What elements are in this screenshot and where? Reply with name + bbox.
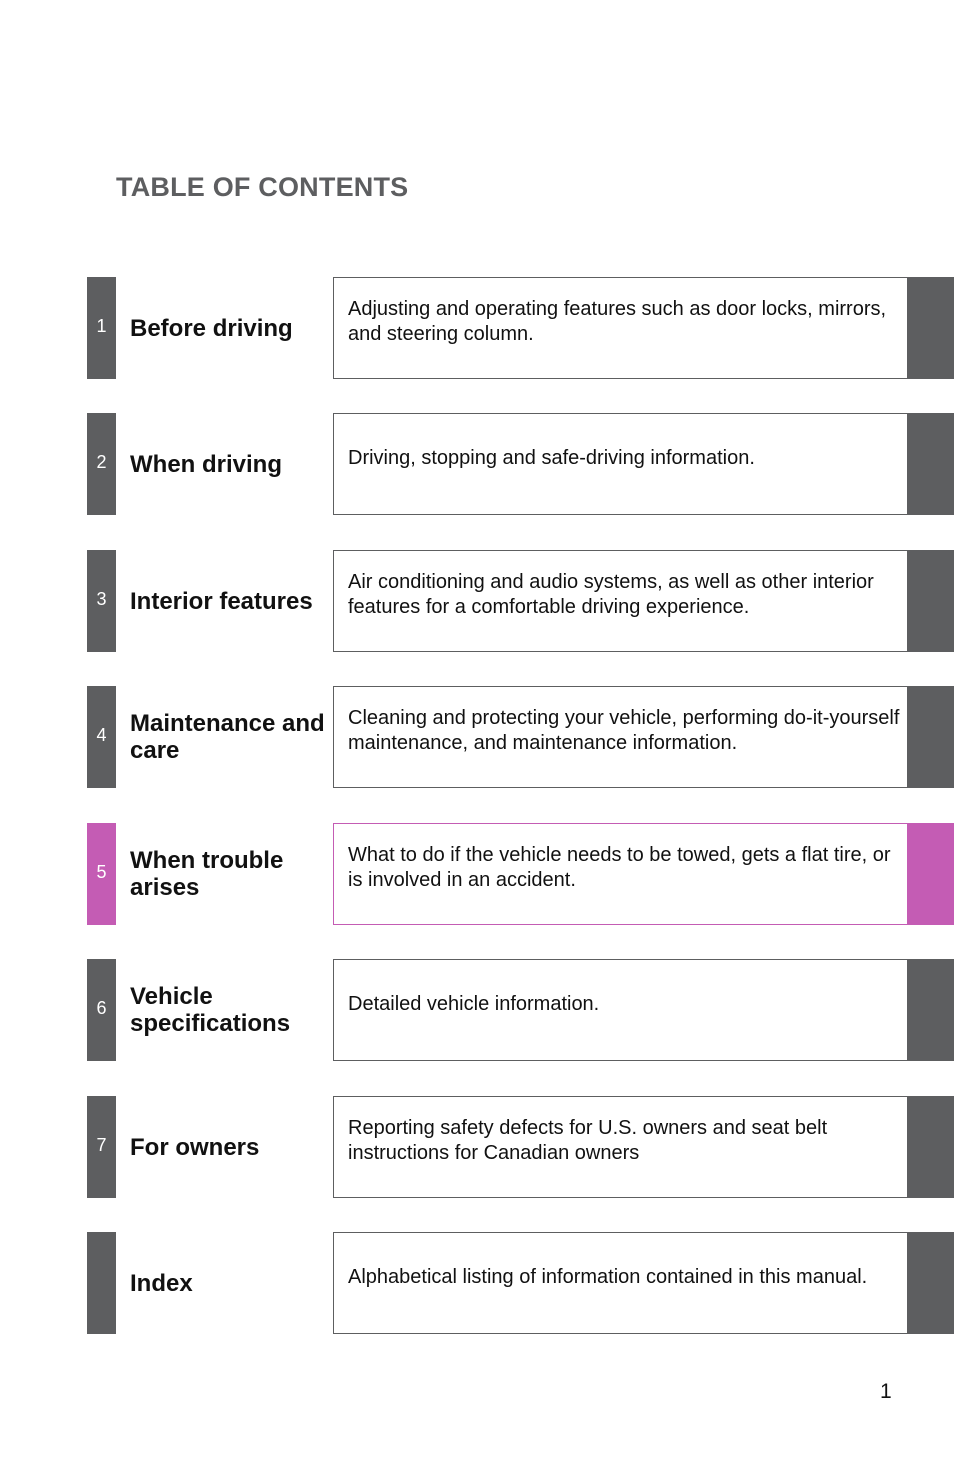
section-side-tab	[907, 550, 954, 652]
toc-row-maintenance-and-care[interactable]: 4 Maintenance and care Cleaning and prot…	[87, 686, 954, 788]
section-label[interactable]: Index	[130, 1232, 330, 1334]
section-number-tab: 3	[87, 550, 116, 652]
toc-row-interior-features[interactable]: 3 Interior features Air conditioning and…	[87, 550, 954, 652]
page-title: TABLE OF CONTENTS	[116, 172, 409, 202]
section-label[interactable]: Interior features	[130, 550, 330, 652]
section-number-tab: 1	[87, 277, 116, 379]
section-label[interactable]: Maintenance and care	[130, 686, 330, 788]
section-description: Adjusting and operating features such as…	[333, 277, 908, 379]
section-label[interactable]: Before driving	[130, 277, 330, 379]
toc-row-index[interactable]: Index Alphabetical listing of informatio…	[87, 1232, 954, 1334]
section-number-tab	[87, 1232, 116, 1334]
section-number-tab: 4	[87, 686, 116, 788]
section-label[interactable]: Vehicle specifications	[130, 959, 330, 1061]
toc-row-for-owners[interactable]: 7 For owners Reporting safety defects fo…	[87, 1096, 954, 1198]
section-number-tab: 7	[87, 1096, 116, 1198]
page-number: 1	[880, 1380, 892, 1403]
toc-row-vehicle-specifications[interactable]: 6 Vehicle specifications Detailed vehicl…	[87, 959, 954, 1061]
section-label[interactable]: For owners	[130, 1096, 330, 1198]
section-description: What to do if the vehicle needs to be to…	[333, 823, 908, 925]
section-side-tab	[907, 686, 954, 788]
section-description: Driving, stopping and safe-driving infor…	[333, 413, 908, 515]
section-label[interactable]: When trouble arises	[130, 823, 330, 925]
section-description: Alphabetical listing of information cont…	[333, 1232, 908, 1334]
section-description: Detailed vehicle information.	[333, 959, 908, 1061]
section-number-tab: 6	[87, 959, 116, 1061]
section-side-tab	[907, 413, 954, 515]
toc-row-when-driving[interactable]: 2 When driving Driving, stopping and saf…	[87, 413, 954, 515]
section-number-tab: 2	[87, 413, 116, 515]
toc-row-before-driving[interactable]: 1 Before driving Adjusting and operating…	[87, 277, 954, 379]
section-description: Reporting safety defects for U.S. owners…	[333, 1096, 908, 1198]
section-side-tab	[907, 1096, 954, 1198]
section-label[interactable]: When driving	[130, 413, 330, 515]
section-side-tab	[907, 277, 954, 379]
section-side-tab	[907, 1232, 954, 1334]
section-number-tab: 5	[87, 823, 116, 925]
section-side-tab	[907, 959, 954, 1061]
toc-row-when-trouble-arises[interactable]: 5 When trouble arises What to do if the …	[87, 823, 954, 925]
section-description: Cleaning and protecting your vehicle, pe…	[333, 686, 908, 788]
section-side-tab	[907, 823, 954, 925]
section-description: Air conditioning and audio systems, as w…	[333, 550, 908, 652]
